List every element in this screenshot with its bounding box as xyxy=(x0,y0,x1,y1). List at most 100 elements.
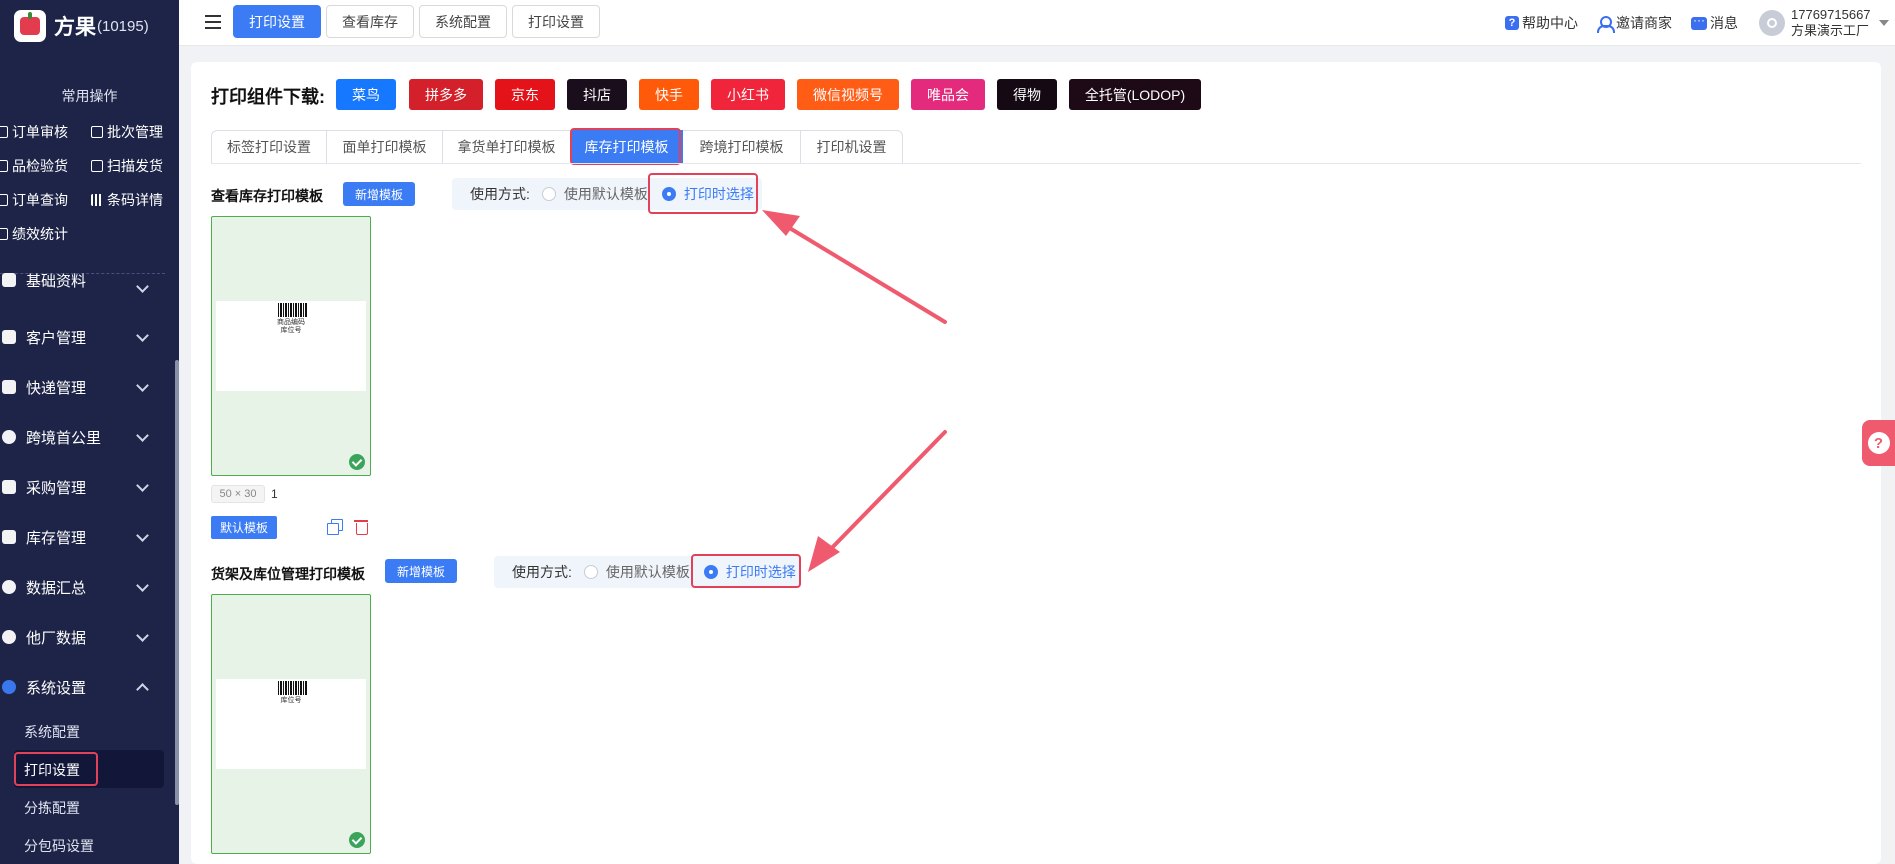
quick-op-scan-ship[interactable]: 扫描发货 xyxy=(91,156,163,176)
download-button-jd[interactable]: 京东 xyxy=(495,79,555,110)
paper-text-location: 库位号 xyxy=(280,327,302,334)
delete-icon[interactable] xyxy=(354,519,368,535)
chevron-down-icon xyxy=(136,479,149,492)
download-button-lodop[interactable]: 全托管(LODOP) xyxy=(1069,79,1201,110)
download-button-xiaohongshu[interactable]: 小红书 xyxy=(711,79,785,110)
menu-purchase[interactable]: 采购管理 xyxy=(0,467,165,507)
section-title-inventory: 查看库存打印模板 xyxy=(211,188,323,204)
avatar xyxy=(1759,10,1785,36)
menu-inventory[interactable]: 库存管理 xyxy=(0,517,165,557)
top-tab-print-settings[interactable]: 打印设置 xyxy=(233,5,321,38)
highlight-box-select-on-print-2 xyxy=(691,554,801,588)
download-button-dewu[interactable]: 得物 xyxy=(997,79,1057,110)
sub-item-system-config[interactable]: 系统配置 xyxy=(24,722,80,742)
common-ops-title: 常用操作 xyxy=(61,88,118,104)
check-circle-icon xyxy=(349,832,365,848)
menu-basic-data[interactable]: 基础资料 xyxy=(0,270,165,304)
chart-icon xyxy=(0,228,8,240)
help-center-link[interactable]: ? 帮助中心 xyxy=(1505,0,1578,46)
radio-use-default-2[interactable]: 使用默认模板 xyxy=(583,562,690,582)
tab-printer-settings[interactable]: 打印机设置 xyxy=(801,130,903,163)
tab-crossborder-template[interactable]: 跨境打印模板 xyxy=(683,130,801,163)
user-menu[interactable]: 17769715667 方果演示工厂 xyxy=(1759,0,1889,46)
barcode-icon xyxy=(91,194,103,206)
chevron-down-icon xyxy=(136,579,149,592)
sub-item-sorting-config[interactable]: 分拣配置 xyxy=(24,798,80,818)
template-card-inventory[interactable]: 商品编码 库位号 xyxy=(211,216,371,476)
radio-dot xyxy=(541,187,556,201)
menu-other-factory[interactable]: 他厂数据 xyxy=(0,617,165,657)
paper-text-location-2: 库位号 xyxy=(280,697,302,704)
quick-op-order-query[interactable]: 订单查询 xyxy=(0,190,68,210)
menu-crossborder[interactable]: 跨境首公里 xyxy=(0,417,165,457)
message-icon xyxy=(1691,13,1707,30)
tab-divider xyxy=(211,163,1861,164)
size-tag: 50 × 30 xyxy=(211,485,265,503)
quick-op-order-review[interactable]: 订单审核 xyxy=(0,122,68,142)
sidebar-scrollbar[interactable] xyxy=(175,360,179,805)
quick-op-performance[interactable]: 绩效统计 xyxy=(0,224,68,244)
user-company: 方果演示工厂 xyxy=(1791,23,1870,38)
messages-link[interactable]: 消息 xyxy=(1691,0,1738,46)
download-button-douyin[interactable]: 抖店 xyxy=(567,79,627,110)
logo-area: 方果 (10195) xyxy=(0,0,179,52)
usage-mode-label-2: 使用方式: xyxy=(512,564,572,580)
menu-customer[interactable]: 客户管理 xyxy=(0,317,165,357)
download-button-cainiao[interactable]: 菜鸟 xyxy=(336,79,396,110)
top-tab-system-config[interactable]: 系统配置 xyxy=(419,5,507,38)
inspect-icon xyxy=(0,160,8,172)
menu-toggle-icon[interactable] xyxy=(205,15,221,29)
radio-use-default[interactable]: 使用默认模板 xyxy=(541,184,648,204)
top-tab-view-inventory[interactable]: 查看库存 xyxy=(326,5,414,38)
template-preview: 商品编码 库位号 xyxy=(216,301,366,391)
user-phone: 17769715667 xyxy=(1791,7,1871,22)
menu-express[interactable]: 快递管理 xyxy=(0,367,165,407)
add-template-button-2[interactable]: 新增模板 xyxy=(385,559,457,583)
top-tab-print-settings-2[interactable]: 打印设置 xyxy=(512,5,600,38)
brand-id: (10195) xyxy=(97,17,149,35)
usage-mode-label: 使用方式: xyxy=(470,186,530,202)
sidebar: 方果 (10195) 常用操作 订单审核 批次管理 品检验货 扫描发货 订单查询… xyxy=(0,0,179,864)
download-button-vipshop[interactable]: 唯品会 xyxy=(911,79,985,110)
default-template-button[interactable]: 默认模板 xyxy=(211,516,277,539)
chevron-down-icon xyxy=(136,329,149,342)
invite-merchant-link[interactable]: 邀请商家 xyxy=(1596,0,1672,46)
gear-icon xyxy=(2,680,16,694)
chevron-down-icon xyxy=(136,629,149,642)
tab-pickup-template[interactable]: 拿货单打印模板 xyxy=(443,130,571,163)
inventory-icon xyxy=(2,530,16,544)
tab-label-print[interactable]: 标签打印设置 xyxy=(211,130,327,163)
highlight-box-select-on-print-1 xyxy=(648,173,758,214)
floating-help-button[interactable]: ? xyxy=(1862,420,1895,466)
template-count: 1 xyxy=(271,487,278,501)
quick-op-barcode[interactable]: 条码详情 xyxy=(91,190,163,210)
download-button-kuaishou[interactable]: 快手 xyxy=(639,79,699,110)
tab-waybill-template[interactable]: 面单打印模板 xyxy=(327,130,443,163)
chevron-down-icon xyxy=(136,529,149,542)
check-circle-icon xyxy=(349,454,365,470)
brand-name: 方果 xyxy=(54,16,96,39)
list-icon xyxy=(91,126,103,138)
add-template-button[interactable]: 新增模板 xyxy=(343,182,415,206)
express-icon xyxy=(2,380,16,394)
caret-down-icon xyxy=(1878,20,1889,26)
help-icon: ? xyxy=(1505,16,1519,30)
chevron-down-icon xyxy=(136,379,149,392)
download-button-wechat-channels[interactable]: 微信视频号 xyxy=(797,79,899,110)
template-preview-2: 库位号 xyxy=(216,679,366,769)
menu-system-settings[interactable]: 系统设置 xyxy=(0,667,165,707)
quick-op-inspection[interactable]: 品检验货 xyxy=(0,156,68,176)
menu-data-summary[interactable]: 数据汇总 xyxy=(0,567,165,607)
logo-icon xyxy=(14,10,46,42)
quick-op-batch[interactable]: 批次管理 xyxy=(91,122,163,142)
download-button-pdd[interactable]: 拼多多 xyxy=(409,79,483,110)
radio-dot xyxy=(583,565,598,579)
query-icon xyxy=(0,194,8,206)
checkbox-icon xyxy=(0,126,8,138)
highlight-box-inventory-tab xyxy=(570,128,681,165)
sub-item-package-code[interactable]: 分包码设置 xyxy=(24,836,94,856)
chevron-up-icon xyxy=(136,683,149,696)
customer-icon xyxy=(2,330,16,344)
copy-icon[interactable] xyxy=(327,519,343,535)
template-card-shelf[interactable]: 库位号 xyxy=(211,594,371,854)
